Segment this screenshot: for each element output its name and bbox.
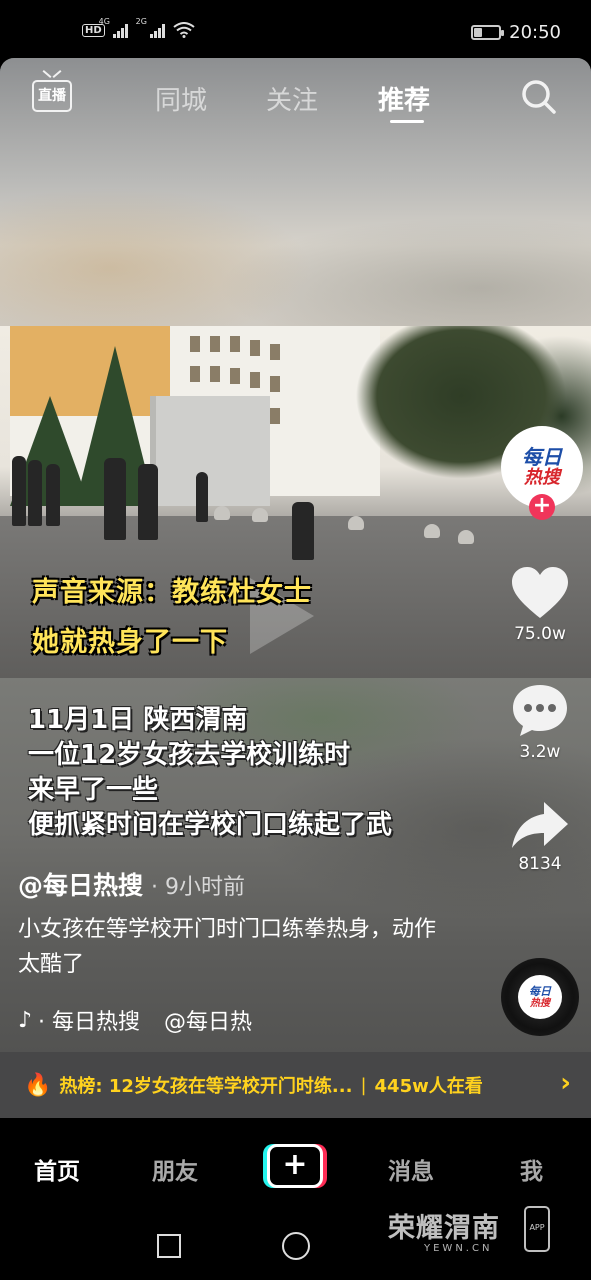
comment-button[interactable]: 3.2w	[500, 682, 580, 762]
active-tab-indicator	[390, 120, 424, 123]
search-icon[interactable]	[520, 78, 558, 116]
bottom-nav: 首页 朋友 + 消息 我	[0, 1118, 591, 1216]
comment-icon	[513, 685, 567, 736]
subtitle-line: 来早了一些	[28, 775, 159, 805]
hot-separator: |	[360, 1074, 367, 1096]
author-name[interactable]: @每日热搜	[18, 871, 143, 900]
nav-home[interactable]: 首页	[34, 1152, 80, 1186]
video-player[interactable]: 声音来源：教练杜女士 她就热身了一下 11月1日 陕西渭南 一位12岁女孩去学校…	[0, 58, 591, 1118]
network-type-label-2: 2G	[135, 17, 147, 26]
nav-friends[interactable]: 朋友	[152, 1152, 198, 1186]
music-disc[interactable]: 每日 热搜	[501, 958, 579, 1036]
status-bar: HD 4G 2G 20:50	[0, 0, 591, 58]
hot-topic: 热榜: 12岁女孩在等学校开门时练...	[59, 1076, 353, 1097]
battery-icon	[471, 25, 505, 40]
author-avatar[interactable]: 每日 热搜 +	[501, 426, 583, 520]
clock: 20:50	[509, 22, 561, 43]
music-note-icon: ♪	[18, 1007, 33, 1033]
live-button[interactable]: 直播	[32, 80, 72, 112]
avatar-text-2: 热搜	[524, 467, 560, 488]
school-gate	[150, 396, 270, 506]
comment-count: 3.2w	[519, 742, 561, 762]
status-indicators: HD 4G 2G	[82, 17, 195, 38]
wifi-icon	[173, 22, 195, 38]
nav-me[interactable]: 我	[520, 1152, 543, 1186]
signal-icon-2: 2G	[136, 17, 165, 38]
video-caption-1: 声音来源：教练杜女士	[32, 577, 312, 608]
like-count: 75.0w	[514, 624, 566, 644]
tab-nearby[interactable]: 同城	[155, 80, 207, 117]
heart-icon	[512, 567, 568, 618]
video-subtitle: 11月1日 陕西渭南 一位12岁女孩去学校训练时 来早了一些 便抓紧时间在学校门…	[28, 703, 392, 843]
home-circle-icon[interactable]	[282, 1232, 310, 1260]
share-count: 8134	[518, 854, 562, 874]
disc-avatar: 每日 热搜	[518, 975, 562, 1019]
disc-text-2: 热搜	[530, 997, 550, 1009]
subtitle-line: 一位12岁女孩去学校训练时	[28, 740, 351, 770]
fire-icon: 🔥	[24, 1072, 52, 1098]
phone-icon: APP	[524, 1206, 550, 1252]
viewer-count: 445w人在看	[374, 1076, 483, 1097]
subtitle-line: 便抓紧时间在学校门口练起了武	[28, 810, 393, 840]
disc-text-1: 每日	[529, 984, 551, 998]
music-title: · 每日热搜	[38, 1010, 141, 1035]
signal-icon: 4G	[99, 17, 128, 38]
post-time: · 9小时前	[151, 875, 245, 900]
chevron-right-icon[interactable]: ›	[560, 1068, 571, 1098]
music-line[interactable]: ♪ · 每日热搜 @每日热	[18, 1004, 252, 1036]
tab-following[interactable]: 关注	[266, 80, 318, 117]
video-description[interactable]: 小女孩在等学校开门时门口练拳热身，动作太酷了	[18, 912, 448, 982]
share-icon	[512, 802, 568, 848]
plus-icon: +	[267, 1144, 323, 1188]
top-nav: 直播 同城 关注 推荐	[0, 58, 591, 138]
music-author: @每日热	[164, 1010, 253, 1035]
create-button[interactable]: +	[263, 1144, 327, 1188]
network-type-label: 4G	[98, 17, 110, 26]
avatar-text-1: 每日	[522, 445, 562, 469]
follow-button[interactable]: +	[529, 494, 555, 520]
tab-recommended[interactable]: 推荐	[378, 80, 430, 117]
author-line[interactable]: @每日热搜 · 9小时前	[18, 866, 245, 902]
video-caption-2: 她就热身了一下	[32, 627, 228, 658]
subtitle-line: 11月1日 陕西渭南	[28, 705, 248, 735]
like-button[interactable]: 75.0w	[500, 566, 580, 644]
hot-list-banner[interactable]: 🔥 热榜: 12岁女孩在等学校开门时练... | 445w人在看 ›	[0, 1052, 591, 1118]
nav-messages[interactable]: 消息	[388, 1152, 434, 1186]
recents-icon[interactable]	[157, 1234, 181, 1258]
share-button[interactable]: 8134	[500, 800, 580, 874]
status-right: 20:50	[471, 22, 561, 43]
